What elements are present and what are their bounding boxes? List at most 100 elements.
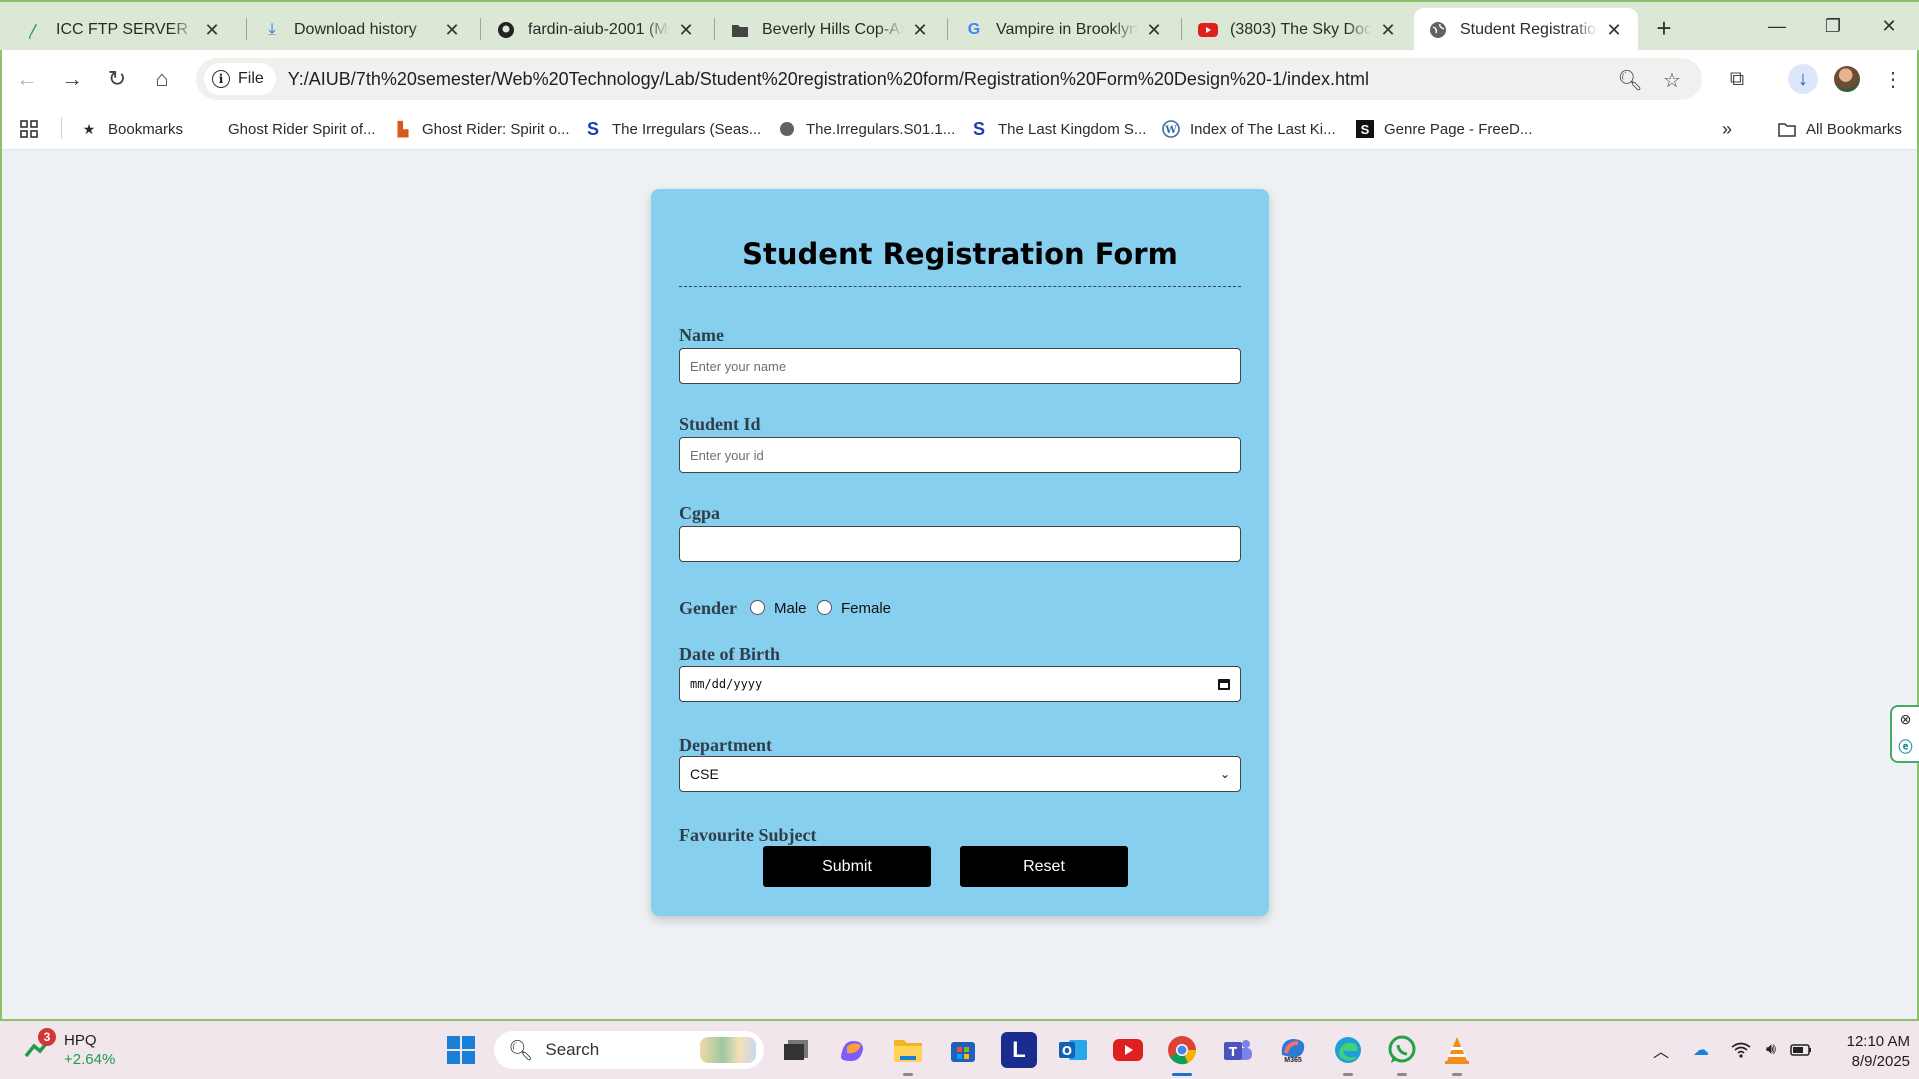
close-icon[interactable]: ✕: [910, 20, 930, 40]
bookmark-item[interactable]: The.Irregulars.S01.1...: [778, 116, 955, 142]
window-frame: [0, 50, 2, 1019]
vlc-icon[interactable]: [1439, 1032, 1475, 1076]
bookmark-item[interactable]: W Index of The Last Ki...: [1162, 116, 1336, 142]
title-divider: [679, 286, 1241, 287]
close-icon[interactable]: ✕: [1604, 20, 1624, 40]
file-explorer-icon[interactable]: [890, 1032, 926, 1076]
tab-separator: [480, 18, 481, 40]
bookmark-label: The.Irregulars.S01.1...: [806, 120, 956, 138]
stock-chart-icon: 3: [24, 1028, 56, 1064]
e-logo-icon[interactable]: ⓔ: [1899, 737, 1913, 757]
bookmark-item[interactable]: ▙ Ghost Rider: Spirit o...: [394, 116, 570, 142]
gender-male-radio[interactable]: [750, 600, 765, 615]
close-icon[interactable]: ✕: [1144, 20, 1164, 40]
chrome-icon[interactable]: [1164, 1032, 1200, 1076]
student-id-input[interactable]: Enter your id: [679, 437, 1241, 473]
tab-vampire-in-brooklyn[interactable]: G Vampire in Brooklyn - ✕: [950, 8, 1178, 52]
tab-label: Beverly Hills Cop-Axe: [762, 21, 904, 38]
bookmark-item[interactable]: Ghost Rider Spirit of...: [228, 116, 376, 142]
download-icon[interactable]: ↓: [1788, 64, 1818, 94]
dob-placeholder: mm/dd/yyyy: [690, 677, 763, 691]
tab-download-history[interactable]: ⤓ Download history ✕: [248, 8, 476, 52]
task-view-icon[interactable]: [778, 1032, 814, 1068]
system-clock[interactable]: 12:10 AM 8/9/2025: [1810, 1032, 1910, 1072]
m365-label: M365: [1284, 1056, 1302, 1064]
edge-icon[interactable]: [1330, 1032, 1366, 1076]
tab-student-registration[interactable]: Student Registration f ✕: [1414, 8, 1638, 52]
browser-toolbar: ← → ↻ ⌂ i File Y:/AIUB/7th%20semester/We…: [0, 50, 1919, 108]
bookmark-item[interactable]: S The Irregulars (Seas...: [584, 116, 761, 142]
forward-arrow-icon[interactable]: →: [57, 64, 87, 94]
minimize-button[interactable]: —: [1752, 8, 1802, 44]
github-icon: [496, 20, 516, 40]
extensions-icon[interactable]: ⧉: [1722, 64, 1752, 94]
battery-icon[interactable]: [1790, 1039, 1812, 1061]
submit-button[interactable]: Submit: [763, 846, 931, 887]
back-arrow-icon[interactable]: ←: [12, 64, 42, 94]
stock-widget[interactable]: 3 HPQ +2.64%: [24, 1028, 115, 1069]
restore-button[interactable]: ❐: [1808, 8, 1858, 44]
new-tab-button[interactable]: +: [1650, 13, 1678, 43]
home-icon[interactable]: ⌂: [147, 64, 177, 94]
windows-start-icon[interactable]: [443, 1032, 479, 1068]
name-input[interactable]: Enter your name: [679, 348, 1241, 384]
tray-chevron-up-icon[interactable]: ︿: [1650, 1039, 1672, 1061]
m365-icon[interactable]: M365: [1275, 1032, 1311, 1068]
folder-outline-icon: [1778, 120, 1796, 138]
onedrive-cloud-icon[interactable]: ☁: [1690, 1039, 1712, 1061]
gender-female-radio[interactable]: [817, 600, 832, 615]
cgpa-label: Cgpa: [679, 503, 721, 523]
bookmark-label: Index of The Last Ki...: [1190, 120, 1336, 138]
avatar[interactable]: [1834, 66, 1860, 92]
zoom-icon[interactable]: 🔍︎: [1617, 68, 1642, 92]
outlook-icon[interactable]: O: [1055, 1032, 1091, 1068]
close-icon[interactable]: ✕: [1378, 20, 1398, 40]
dob-date-input[interactable]: mm/dd/yyyy: [679, 666, 1241, 702]
l-app-icon[interactable]: L: [1001, 1032, 1037, 1068]
teams-icon[interactable]: T: [1220, 1032, 1256, 1068]
youtube-icon[interactable]: [1110, 1032, 1146, 1068]
tab-github[interactable]: fardin-aiub-2001 (Md ✕: [482, 8, 710, 52]
reload-icon[interactable]: ↻: [102, 64, 132, 94]
bookmark-item[interactable]: S The Last Kingdom S...: [970, 116, 1146, 142]
volume-icon[interactable]: 🔊︎: [1760, 1039, 1782, 1061]
tab-beverly-hills-cop[interactable]: Beverly Hills Cop-Axe ✕: [716, 8, 944, 52]
whatsapp-icon[interactable]: [1384, 1032, 1420, 1076]
tab-label: fardin-aiub-2001 (Md: [528, 21, 670, 38]
bookmarks-overflow-chevron-icon[interactable]: »: [1722, 116, 1732, 142]
svg-text:O: O: [1062, 1044, 1072, 1058]
calendar-icon[interactable]: [1218, 678, 1230, 690]
tab-icc-ftp-server[interactable]: 〳 ICC FTP SERVER ✕: [10, 8, 236, 52]
taskbar-search[interactable]: 🔍︎ Search: [494, 1031, 764, 1069]
apps-icon[interactable]: [20, 116, 38, 142]
all-bookmarks-button[interactable]: All Bookmarks: [1778, 116, 1902, 142]
url-text[interactable]: Y:/AIUB/7th%20semester/Web%20Technology/…: [288, 69, 1369, 90]
extension-side-widget[interactable]: ⊗ ⓔ: [1890, 705, 1919, 763]
bookmarks-folder[interactable]: ★ Bookmarks: [80, 116, 183, 142]
copilot-icon[interactable]: [834, 1032, 870, 1068]
tab-separator: [1181, 18, 1182, 40]
favourite-subject-label: Favourite Subject: [679, 825, 817, 845]
reset-button[interactable]: Reset: [960, 846, 1128, 887]
close-icon[interactable]: ✕: [676, 20, 696, 40]
close-icon[interactable]: ✕: [202, 20, 222, 40]
s-logo-icon: S: [586, 118, 599, 139]
close-circle-icon[interactable]: ⊗: [1900, 711, 1912, 728]
svg-text:T: T: [1229, 1045, 1238, 1059]
window-close-button[interactable]: ✕: [1864, 8, 1914, 44]
menu-icon[interactable]: ⋮: [1878, 64, 1908, 94]
address-bar[interactable]: i File Y:/AIUB/7th%20semester/Web%20Tech…: [196, 58, 1702, 100]
microsoft-store-icon[interactable]: [945, 1032, 981, 1068]
wifi-icon[interactable]: [1730, 1039, 1752, 1061]
bookmark-label: The Last Kingdom S...: [998, 120, 1147, 138]
bookmark-separator: [61, 117, 62, 139]
bookmark-item[interactable]: S Genre Page - FreeD...: [1356, 116, 1532, 142]
site-info-chip[interactable]: i File: [204, 63, 276, 95]
tab-youtube[interactable]: (3803) The Sky Docum ✕: [1184, 8, 1412, 52]
close-icon[interactable]: ✕: [442, 20, 462, 40]
star-icon[interactable]: ☆: [1660, 68, 1684, 92]
globe-icon: [1428, 20, 1448, 40]
department-select[interactable]: CSE ⌄: [679, 756, 1241, 792]
cgpa-input[interactable]: [679, 526, 1241, 562]
s-logo-icon: S: [972, 118, 985, 139]
